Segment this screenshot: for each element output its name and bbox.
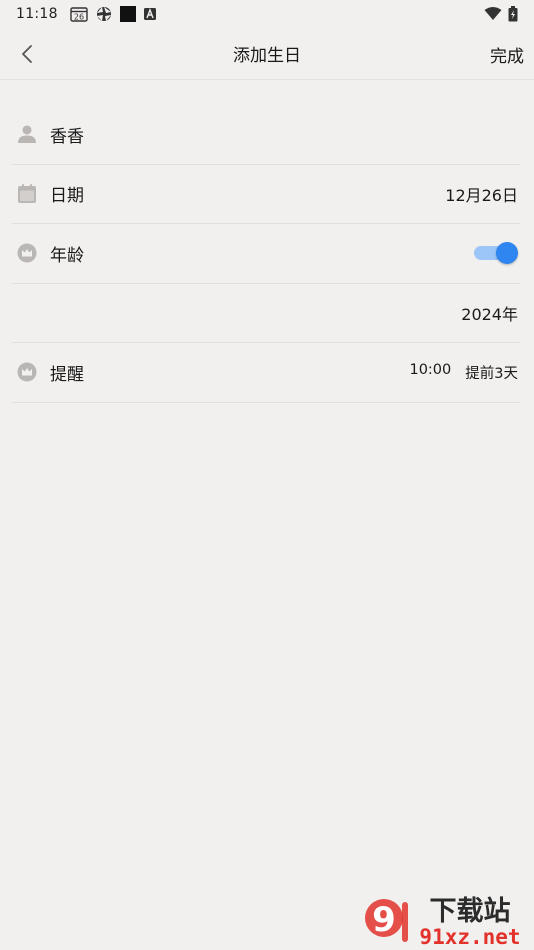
chevron-left-icon [22,45,32,63]
crown-icon [16,361,38,383]
name-value: 香香 [50,126,84,147]
calendar-icon: 26 [70,6,88,22]
watermark-text-bottom: 91xz.net [419,925,520,949]
header: 添加生日 完成 [0,28,534,80]
watermark-logo-text: 9 [372,900,396,940]
wifi-icon [484,7,502,21]
birthday-form: 香香 日期 12月26日 年龄 2024年 提醒 10:00 提前3天 [12,105,520,403]
age-label: 年龄 [50,245,84,266]
status-icons-left: 26 [70,6,156,22]
date-row[interactable]: 日期 12月26日 [12,165,520,224]
black-square-icon [119,6,136,22]
a-badge-icon [143,8,156,20]
status-bar: 11:18 26 [0,0,534,28]
calendar-icon [16,183,38,205]
age-toggle[interactable] [474,242,518,265]
back-button[interactable] [14,40,42,68]
done-button[interactable]: 完成 [490,42,524,67]
calendar-day-text: 26 [74,13,84,22]
watermark-text-top: 下载站 [430,896,511,927]
toggle-knob [496,242,518,265]
year-value[interactable]: 2024年 [461,301,518,325]
page-title: 添加生日 [233,46,301,66]
year-row[interactable]: 2024年 [12,284,520,343]
crown-icon [16,242,38,264]
aperture-icon [96,6,112,22]
watermark: 9 下载站 91xz.net [362,888,532,950]
date-value[interactable]: 12月26日 [445,182,518,206]
battery-icon [508,6,518,22]
person-icon [16,123,38,145]
status-icons-right [484,6,518,22]
reminder-row[interactable]: 提醒 10:00 提前3天 [12,343,520,403]
reminder-advance: 提前3天 [465,365,518,382]
watermark-logo-icon: 9 下载站 91xz.net [365,896,521,949]
status-time: 11:18 [16,6,58,22]
age-row: 年龄 [12,224,520,284]
reminder-values[interactable]: 10:00 提前3天 [409,362,518,383]
name-row[interactable]: 香香 [12,105,520,165]
reminder-label: 提醒 [50,364,84,385]
date-label: 日期 [50,186,84,207]
reminder-time: 10:00 [409,361,452,378]
